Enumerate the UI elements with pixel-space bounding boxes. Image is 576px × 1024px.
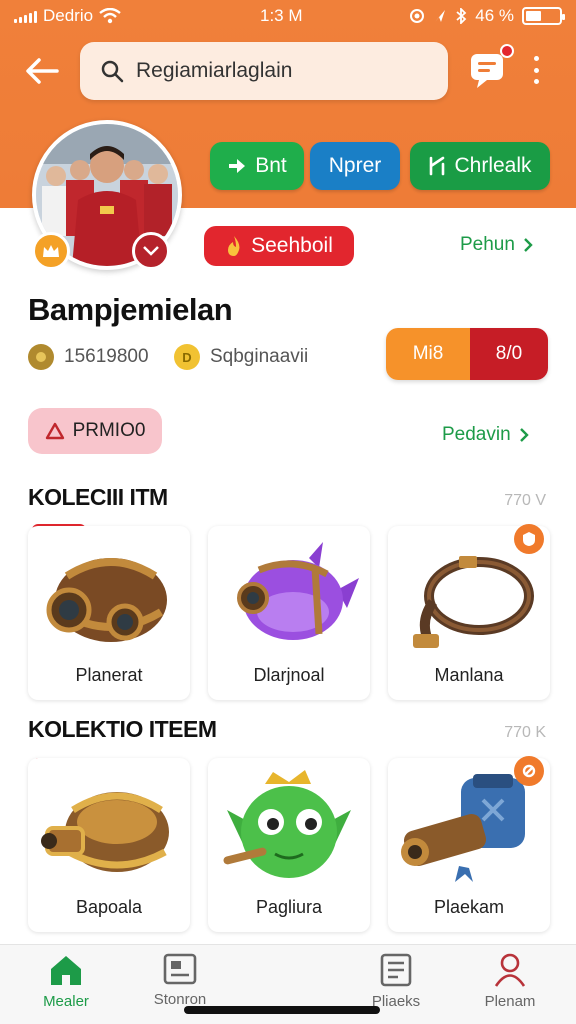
rank-badge bbox=[32, 232, 70, 270]
green-creature-icon bbox=[223, 770, 351, 878]
dot-icon bbox=[533, 79, 539, 84]
golden-cannon-icon bbox=[41, 792, 169, 872]
section-count: 770 V bbox=[504, 492, 546, 509]
section-title: KOLECIII ITM bbox=[28, 484, 168, 510]
crown-icon bbox=[43, 245, 59, 257]
action-pill-2[interactable]: Nprer bbox=[310, 142, 400, 190]
chat-button[interactable] bbox=[466, 44, 514, 92]
item-card-label: Planerat bbox=[75, 665, 143, 685]
bottom-link[interactable]: Pedavin bbox=[442, 424, 529, 446]
purple-fish-icon bbox=[237, 542, 359, 640]
search-icon bbox=[101, 60, 124, 83]
chevron-right-icon bbox=[519, 428, 529, 442]
promo-chip[interactable]: PRMIO0 bbox=[28, 408, 162, 454]
nav-item-profile[interactable]: Plenam bbox=[450, 953, 570, 1010]
arrow-right-icon bbox=[229, 159, 246, 173]
segment-toggle[interactable]: Mi8 8/0 bbox=[386, 328, 548, 380]
home-icon bbox=[51, 956, 81, 985]
coin-icon: D bbox=[174, 344, 200, 370]
search-input[interactable]: Regiamiarlaglain bbox=[136, 59, 292, 83]
bluetooth-icon bbox=[456, 8, 467, 24]
search-bar[interactable]: Regiamiarlaglain bbox=[80, 42, 448, 100]
slash-icon bbox=[522, 764, 536, 778]
shield-icon bbox=[523, 532, 535, 546]
carrier-name: Dedrio bbox=[43, 6, 94, 25]
chevron-right-icon bbox=[524, 238, 533, 252]
battery-level bbox=[526, 11, 541, 21]
battery-percent: 46 % bbox=[475, 6, 514, 25]
chevron-down-icon bbox=[143, 246, 159, 256]
item-card[interactable]: Bapoala bbox=[28, 758, 190, 932]
action-pill-3[interactable]: Chrlealk bbox=[410, 142, 550, 190]
status-badge[interactable]: Seehboil bbox=[204, 226, 354, 266]
action-pill-1[interactable]: Bnt bbox=[210, 142, 304, 190]
item-card-label: Bapoala bbox=[75, 897, 143, 917]
triangle-icon bbox=[45, 422, 64, 440]
top-link-label: Pehun bbox=[460, 234, 515, 255]
item-card-label: Plaekam bbox=[433, 897, 505, 917]
wifi-icon bbox=[99, 8, 121, 24]
item-card-label: Manlana bbox=[434, 665, 504, 685]
bottom-link-label: Pedavin bbox=[442, 424, 511, 445]
item-card[interactable]: Pagliura bbox=[208, 758, 370, 932]
item-card-label: Pagliura bbox=[255, 897, 323, 917]
profile-name: Bampjemielan bbox=[28, 292, 233, 327]
nav-item-label: Plenam bbox=[484, 993, 536, 1010]
battery-icon bbox=[522, 7, 565, 25]
dot-icon bbox=[533, 56, 539, 61]
arrow-left-icon bbox=[26, 58, 59, 84]
section-title: KOLEKTIO ITEEM bbox=[28, 716, 217, 742]
stat-coins-value: Sqbginaavii bbox=[210, 346, 309, 367]
action-pill-2-label: Nprer bbox=[328, 154, 382, 177]
flame-icon bbox=[228, 236, 240, 256]
item-card[interactable]: Planerat bbox=[28, 526, 190, 700]
home-indicator bbox=[184, 1006, 380, 1014]
location-icon bbox=[410, 9, 425, 23]
stat-points-value: 15619800 bbox=[64, 346, 149, 367]
nav-item-label: Mealer bbox=[43, 993, 89, 1010]
nav-item-home[interactable]: Mealer bbox=[6, 953, 126, 1010]
segment-option-a[interactable]: Mi8 bbox=[386, 328, 470, 380]
notification-dot bbox=[500, 44, 514, 58]
nav-item-tasks[interactable]: Pliaeks bbox=[336, 953, 456, 1010]
clock: 1:3 M bbox=[260, 6, 303, 25]
person-icon bbox=[494, 953, 526, 987]
segment-option-b[interactable]: 8/0 bbox=[470, 328, 548, 380]
document-list-icon bbox=[380, 953, 412, 987]
stat-coins: D Sqbginaavii bbox=[174, 344, 308, 370]
promo-chip-label: PRMIO0 bbox=[72, 420, 146, 441]
lightning-icon bbox=[430, 156, 445, 176]
medal-icon bbox=[28, 344, 54, 370]
top-link[interactable]: Pehun bbox=[460, 234, 533, 256]
nav-item-store[interactable]: Stonron bbox=[120, 953, 240, 1008]
item-card[interactable]: Dlarjnoal bbox=[208, 526, 370, 700]
favorite-badge[interactable] bbox=[514, 756, 544, 786]
dot-icon bbox=[533, 67, 539, 73]
barrel-cannon-icon bbox=[46, 558, 167, 642]
rope-whip-icon bbox=[413, 556, 534, 648]
status-bar: Dedrio 1:3 M 46 % bbox=[0, 0, 576, 32]
blue-cannon-icon bbox=[401, 774, 525, 882]
signal-icon bbox=[14, 9, 37, 23]
action-pill-1-label: Bnt bbox=[255, 154, 287, 177]
action-pill-3-label: Chrlealk bbox=[454, 154, 532, 177]
image-card-icon bbox=[163, 953, 197, 985]
item-card-label: Dlarjnoal bbox=[253, 665, 325, 685]
back-button[interactable] bbox=[14, 46, 70, 96]
favorite-badge[interactable] bbox=[514, 524, 544, 554]
team-badge bbox=[132, 232, 170, 270]
stat-points: 15619800 bbox=[28, 344, 149, 370]
more-menu-button[interactable] bbox=[524, 52, 548, 88]
status-badge-label: Seehboil bbox=[251, 234, 333, 257]
section-count: 770 K bbox=[504, 724, 546, 741]
nav-arrow-icon bbox=[435, 10, 446, 22]
